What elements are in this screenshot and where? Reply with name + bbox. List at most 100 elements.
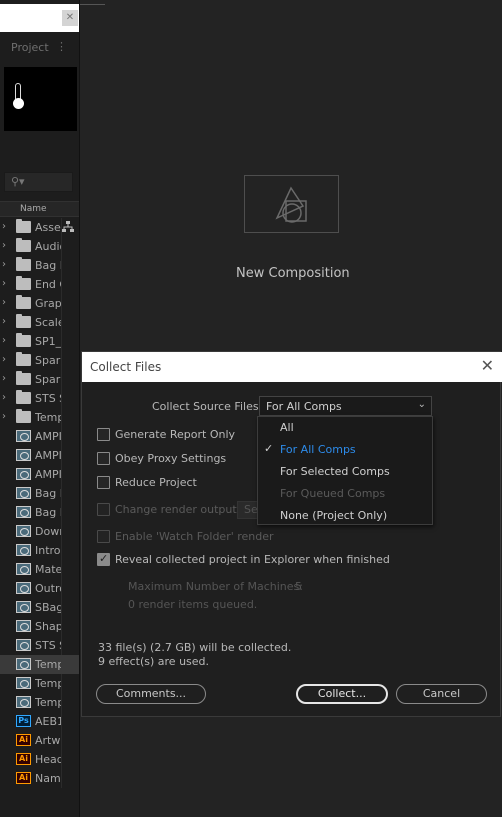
max-machines-label: Maximum Number of Machines:: [128, 580, 303, 593]
cancel-button[interactable]: Cancel: [396, 684, 487, 704]
generate-report-checkbox[interactable]: [97, 428, 110, 441]
chevron-right-icon[interactable]: ›: [2, 335, 6, 346]
project-item-row[interactable]: AMPI: [0, 465, 79, 484]
project-item-row[interactable]: AMPI: [0, 427, 79, 446]
dropdown-item-none-project-only[interactable]: None (Project Only): [258, 505, 432, 525]
project-item-label: AEB1: [35, 715, 61, 728]
new-composition-label[interactable]: New Composition: [236, 266, 350, 281]
composition-icon: [16, 487, 31, 499]
project-item-row[interactable]: Ai Name: [0, 769, 79, 788]
dropdown-item-label: None (Project Only): [280, 509, 388, 522]
collect-button[interactable]: Collect...: [296, 684, 388, 704]
project-item-row[interactable]: Temp: [0, 693, 79, 712]
project-item-row[interactable]: Bag F: [0, 484, 79, 503]
dropdown-item-label: For All Comps: [280, 443, 356, 456]
project-item-row[interactable]: › Spark: [0, 370, 79, 389]
panel-menu-icon[interactable]: ⋮: [56, 40, 67, 53]
chevron-right-icon[interactable]: ›: [2, 297, 6, 308]
chevron-right-icon[interactable]: ›: [2, 278, 6, 289]
project-item-label: Bag F: [35, 259, 61, 272]
illustrator-file-icon: Ai: [16, 772, 31, 784]
collect-files-dialog: Collect Files ✕ Collect Source Files: Fo…: [81, 351, 502, 717]
project-item-label: Temp: [35, 411, 61, 424]
dialog-close-icon[interactable]: ✕: [481, 356, 494, 375]
enable-watch-folder-checkbox[interactable]: [97, 530, 110, 543]
project-item-row[interactable]: › End C: [0, 275, 79, 294]
chevron-right-icon[interactable]: ›: [2, 411, 6, 422]
collect-source-select[interactable]: For All Comps ⌄: [259, 396, 432, 416]
close-icon[interactable]: ✕: [62, 10, 78, 26]
project-item-row[interactable]: › Spark: [0, 351, 79, 370]
project-item-label: Outro: [35, 582, 61, 595]
project-item-row[interactable]: Ps AEB1: [0, 712, 79, 731]
network-icon: [62, 221, 74, 233]
project-item-label: Temp: [35, 677, 61, 690]
dropdown-item-all[interactable]: All: [258, 417, 432, 437]
new-composition-icon[interactable]: [244, 175, 339, 233]
project-item-row[interactable]: Shape: [0, 617, 79, 636]
project-item-row[interactable]: Ai Artwo: [0, 731, 79, 750]
project-item-row[interactable]: AMPI: [0, 446, 79, 465]
folder-icon: [16, 314, 31, 328]
dropdown-item-for-queued-comps[interactable]: For Queued Comps: [258, 483, 432, 503]
chevron-right-icon[interactable]: ›: [2, 259, 6, 270]
column-header[interactable]: Name: [0, 201, 79, 217]
panel-tab-bar: ✕: [0, 4, 79, 32]
project-item-row[interactable]: Temp: [0, 655, 79, 674]
project-item-row[interactable]: Intro: [0, 541, 79, 560]
reduce-project-label: Reduce Project: [115, 476, 197, 489]
project-search-input[interactable]: ⚲▾: [4, 172, 73, 192]
project-item-row[interactable]: › Scale: [0, 313, 79, 332]
files-summary-text: 33 file(s) (2.7 GB) will be collected.: [98, 641, 292, 654]
dropdown-item-label: For Queued Comps: [280, 487, 386, 500]
project-item-row[interactable]: Bag F: [0, 503, 79, 522]
project-item-row[interactable]: › Asset: [0, 218, 79, 237]
chevron-right-icon[interactable]: ›: [2, 373, 6, 384]
generate-report-label: Generate Report Only: [115, 428, 236, 441]
obey-proxy-label: Obey Proxy Settings: [115, 452, 227, 465]
project-item-row[interactable]: › Temp: [0, 408, 79, 427]
project-item-row[interactable]: Temp: [0, 674, 79, 693]
thermometer-bulb-icon: [13, 98, 24, 109]
chevron-right-icon[interactable]: ›: [2, 354, 6, 365]
project-item-row[interactable]: › Audio: [0, 237, 79, 256]
project-item-row[interactable]: STS S: [0, 636, 79, 655]
chevron-right-icon[interactable]: ›: [2, 316, 6, 327]
project-item-label: Audio: [35, 240, 61, 253]
project-item-label: Bag F: [35, 487, 61, 500]
chevron-right-icon[interactable]: ›: [2, 221, 6, 232]
project-item-row[interactable]: SBag: [0, 598, 79, 617]
project-item-row[interactable]: › Bag F: [0, 256, 79, 275]
reduce-project-checkbox[interactable]: [97, 476, 110, 489]
change-render-output-checkbox[interactable]: [97, 503, 110, 516]
dropdown-item-for-selected-comps[interactable]: For Selected Comps: [258, 461, 432, 481]
chevron-right-icon[interactable]: ›: [2, 240, 6, 251]
project-item-label: Spark: [35, 354, 61, 367]
max-machines-value[interactable]: 5: [295, 580, 302, 593]
viewer-tab-line: [80, 4, 105, 5]
project-item-label: Asset: [35, 221, 61, 234]
column-name-label: Name: [20, 204, 47, 214]
project-item-row[interactable]: Down: [0, 522, 79, 541]
project-item-row[interactable]: › Graph: [0, 294, 79, 313]
search-icon: ⚲▾: [11, 175, 25, 188]
composition-icon: [16, 544, 31, 556]
reveal-in-explorer-checkbox[interactable]: [97, 552, 110, 566]
project-item-row[interactable]: › STS S: [0, 389, 79, 408]
comments-button[interactable]: Comments...: [96, 684, 206, 704]
app-window: ✕ Project ⋮ ⚲▾ Name › Asset › Audio › Bag F › E…: [0, 0, 502, 817]
project-item-label: Bag F: [35, 506, 61, 519]
project-item-row[interactable]: Outro: [0, 579, 79, 598]
project-panel: ✕ Project ⋮ ⚲▾ Name › Asset › Audio › Bag F › E…: [0, 0, 80, 817]
project-item-row[interactable]: Mate: [0, 560, 79, 579]
checkmark-icon: ✓: [264, 442, 274, 455]
dropdown-item-for-all-comps[interactable]: ✓ For All Comps: [258, 439, 432, 459]
chevron-right-icon[interactable]: ›: [2, 392, 6, 403]
reveal-in-explorer-label: Reveal collected project in Explorer whe…: [115, 553, 390, 566]
project-item-row[interactable]: › SP1_: [0, 332, 79, 351]
composition-icon: [16, 582, 31, 594]
obey-proxy-checkbox[interactable]: [97, 452, 110, 465]
change-render-output-label: Change render output to: [115, 503, 252, 516]
folder-icon: [16, 295, 31, 309]
project-item-row[interactable]: Ai Head: [0, 750, 79, 769]
